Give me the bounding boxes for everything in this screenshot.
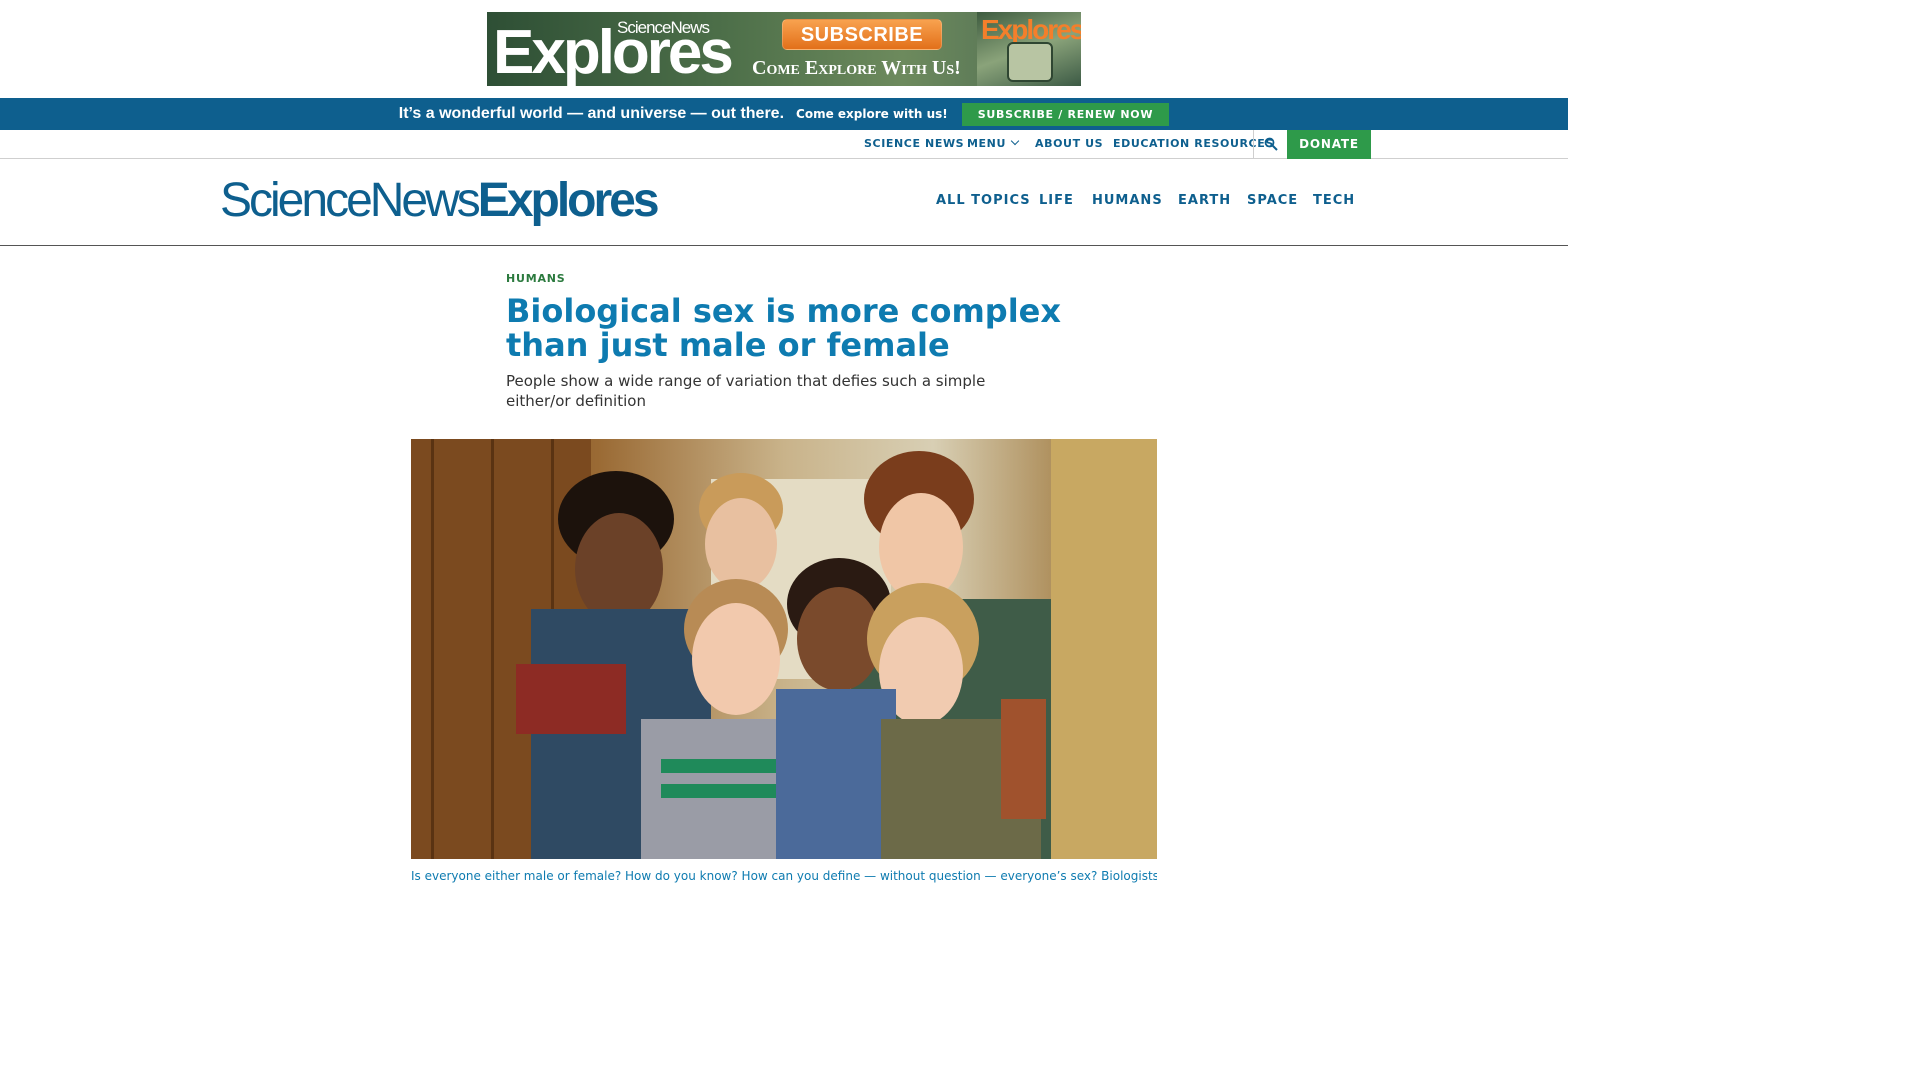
menu-label: MENU bbox=[967, 137, 1006, 150]
nav-earth[interactable]: EARTH bbox=[1178, 193, 1231, 208]
search-icon bbox=[1264, 137, 1278, 151]
donate-button[interactable]: DONATE bbox=[1287, 130, 1371, 159]
group-of-teens-illustration bbox=[411, 439, 1157, 859]
about-us-link[interactable]: ABOUT US bbox=[1035, 130, 1103, 158]
utility-nav: SCIENCE NEWS MENU ABOUT US EDUCATION RES… bbox=[0, 130, 1568, 159]
logo-explores: Explores bbox=[477, 174, 660, 227]
subscribe-renew-button[interactable]: SUBSCRIBE / RENEW NOW bbox=[961, 102, 1170, 126]
ad-tagline: Come Explore With Us! bbox=[752, 57, 961, 79]
robot-illustration bbox=[1007, 42, 1053, 82]
nav-life[interactable]: LIFE bbox=[1039, 193, 1074, 208]
promo-headline: It’s a wonderful world — and universe — … bbox=[398, 105, 785, 122]
nav-all-topics[interactable]: ALL TOPICS bbox=[936, 193, 1031, 208]
logo-sciencenews: ScienceNews bbox=[220, 174, 481, 227]
article-category[interactable]: HUMANS bbox=[506, 272, 566, 285]
promo-subtext: Come explore with us! bbox=[796, 107, 948, 121]
ad-banner-area: Explores ScienceNews SUBSCRIBE Come Expl… bbox=[0, 0, 1568, 98]
ad-subscribe-button[interactable]: SUBSCRIBE bbox=[782, 19, 942, 50]
site-header: ScienceNewsExplores ALL TOPICS LIFE HUMA… bbox=[0, 159, 1568, 246]
ad-logo-small: ScienceNews bbox=[617, 18, 710, 37]
nav-tech[interactable]: TECH bbox=[1313, 193, 1355, 208]
education-resources-link[interactable]: EDUCATION RESOURCES bbox=[1113, 130, 1274, 158]
hero-photo bbox=[411, 439, 1157, 859]
promo-bar: It’s a wonderful world — and universe — … bbox=[0, 98, 1568, 130]
subscribe-ad[interactable]: Explores ScienceNews SUBSCRIBE Come Expl… bbox=[487, 12, 1081, 86]
menu-toggle[interactable]: MENU bbox=[967, 130, 1020, 158]
site-logo[interactable]: ScienceNewsExplores bbox=[220, 173, 660, 229]
nav-space[interactable]: SPACE bbox=[1247, 193, 1298, 208]
article-headline: Biological sex is more complex than just… bbox=[506, 292, 1061, 364]
article-dek: People show a wide range of variation th… bbox=[506, 372, 986, 410]
chevron-down-icon bbox=[1010, 136, 1020, 146]
photo-caption: Is everyone either male or female? How d… bbox=[411, 869, 1157, 883]
search-button[interactable] bbox=[1253, 130, 1287, 158]
science-news-link[interactable]: SCIENCE NEWS bbox=[864, 130, 964, 158]
ad-magazine-cover: Explores bbox=[977, 12, 1081, 86]
nav-humans[interactable]: HUMANS bbox=[1092, 193, 1163, 208]
